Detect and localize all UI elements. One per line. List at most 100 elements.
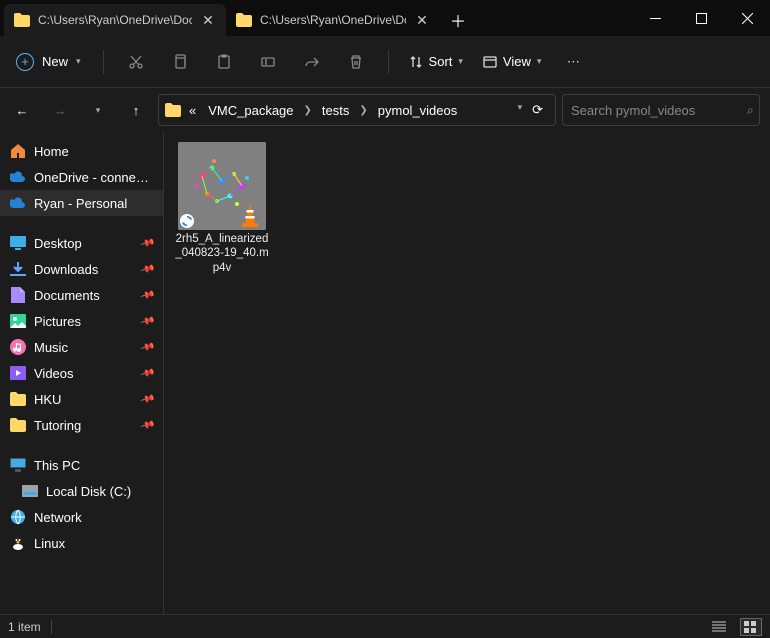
disk-icon	[22, 483, 38, 499]
up-button[interactable]: ↑	[120, 94, 152, 126]
close-button[interactable]	[724, 0, 770, 36]
breadcrumb[interactable]: « VMC_package ❯ tests ❯ pymol_videos ▾ ⟳	[158, 94, 556, 126]
search-input[interactable]	[571, 103, 747, 118]
cloud-icon	[10, 169, 26, 185]
folder-icon	[10, 391, 26, 407]
toolbar: + New ▾ Sort ▾ View ▾ ⋯	[0, 36, 770, 88]
new-button[interactable]: + New ▾	[6, 47, 91, 77]
close-icon[interactable]: ✕	[200, 12, 216, 28]
pin-icon: 📌	[139, 235, 155, 251]
pin-icon: 📌	[139, 339, 155, 355]
back-button[interactable]: ←	[6, 94, 38, 126]
breadcrumb-part[interactable]: pymol_videos	[374, 101, 462, 120]
sidebar-item-this-pc[interactable]: This PC	[0, 452, 163, 478]
sidebar-item-onedrive-personal[interactable]: Ryan - Personal	[0, 190, 163, 216]
close-icon[interactable]: ✕	[414, 12, 430, 28]
sidebar-item-downloads[interactable]: Downloads 📌	[0, 256, 163, 282]
pin-icon: 📌	[139, 365, 155, 381]
vlc-icon	[240, 204, 260, 228]
network-icon	[10, 509, 26, 525]
view-label: View	[503, 54, 531, 69]
linux-icon	[10, 535, 26, 551]
copy-button[interactable]	[160, 44, 200, 80]
pin-icon: 📌	[139, 313, 155, 329]
breadcrumb-part[interactable]: VMC_package	[204, 101, 297, 120]
breadcrumb-overflow[interactable]: «	[185, 101, 200, 120]
tab[interactable]: C:\Users\Ryan\OneDrive\Docu ✕	[226, 4, 440, 36]
pictures-icon	[10, 313, 26, 329]
file-thumbnail	[178, 142, 266, 230]
tab-active[interactable]: C:\Users\Ryan\OneDrive\Docu ✕	[4, 4, 226, 36]
sidebar-item-home[interactable]: Home	[0, 138, 163, 164]
chevron-right-icon: ❯	[357, 105, 369, 116]
file-item[interactable]: 2rh5_A_linearized_040823-19_40.mp4v	[174, 142, 270, 275]
icons-view-button[interactable]	[740, 618, 762, 636]
cut-button[interactable]	[116, 44, 156, 80]
documents-icon	[10, 287, 26, 303]
chevron-right-icon: ❯	[302, 105, 314, 116]
downloads-icon	[10, 261, 26, 277]
address-bar: ← → ▾ ↑ « VMC_package ❯ tests ❯ pymol_vi…	[0, 88, 770, 132]
sidebar-item-network[interactable]: Network	[0, 504, 163, 530]
pc-icon	[10, 457, 26, 473]
sidebar: Home OneDrive - connect.h Ryan - Persona…	[0, 132, 164, 614]
rename-button[interactable]	[248, 44, 288, 80]
refresh-button[interactable]: ⟳	[532, 102, 543, 118]
tab-title: C:\Users\Ryan\OneDrive\Docu	[260, 13, 406, 27]
videos-icon	[10, 365, 26, 381]
sidebar-item-linux[interactable]: Linux	[0, 530, 163, 556]
content-area[interactable]: 2rh5_A_linearized_040823-19_40.mp4v	[164, 132, 770, 614]
folder-icon	[165, 102, 181, 118]
sidebar-item-videos[interactable]: Videos 📌	[0, 360, 163, 386]
chevron-down-icon: ▾	[537, 56, 542, 67]
delete-button[interactable]	[336, 44, 376, 80]
item-count: 1 item	[8, 620, 41, 634]
new-tab-button[interactable]: ＋	[440, 4, 476, 36]
recent-button[interactable]: ▾	[82, 94, 114, 126]
view-button[interactable]: View ▾	[475, 48, 549, 75]
pin-icon: 📌	[139, 287, 155, 303]
pin-icon: 📌	[139, 417, 155, 433]
home-icon	[10, 143, 26, 159]
minimize-button[interactable]	[632, 0, 678, 36]
tab-title: C:\Users\Ryan\OneDrive\Docu	[38, 13, 192, 27]
more-button[interactable]: ⋯	[553, 44, 593, 80]
pin-icon: 📌	[139, 261, 155, 277]
status-bar: 1 item	[0, 614, 770, 638]
plus-icon: +	[16, 53, 34, 71]
breadcrumb-part[interactable]: tests	[318, 101, 353, 120]
chevron-down-icon: ▾	[458, 56, 463, 67]
cloud-icon	[10, 195, 26, 211]
chevron-down-icon: ▾	[76, 56, 81, 67]
sidebar-item-music[interactable]: Music 📌	[0, 334, 163, 360]
sort-button[interactable]: Sort ▾	[401, 48, 471, 75]
sidebar-item-hku[interactable]: HKU 📌	[0, 386, 163, 412]
view-icon	[483, 55, 497, 69]
sync-icon	[180, 214, 194, 228]
sidebar-item-local-disk[interactable]: Local Disk (C:)	[0, 478, 163, 504]
sidebar-item-desktop[interactable]: Desktop 📌	[0, 230, 163, 256]
sidebar-item-pictures[interactable]: Pictures 📌	[0, 308, 163, 334]
paste-button[interactable]	[204, 44, 244, 80]
file-name: 2rh5_A_linearized_040823-19_40.mp4v	[174, 232, 270, 275]
chevron-down-icon[interactable]: ▾	[518, 102, 523, 118]
share-button[interactable]	[292, 44, 332, 80]
search-icon[interactable]: ⌕	[747, 103, 754, 118]
sort-icon	[409, 55, 423, 69]
music-icon	[10, 339, 26, 355]
tab-bar: C:\Users\Ryan\OneDrive\Docu ✕ C:\Users\R…	[0, 0, 770, 36]
sidebar-item-tutoring[interactable]: Tutoring 📌	[0, 412, 163, 438]
pin-icon: 📌	[139, 391, 155, 407]
desktop-icon	[10, 235, 26, 251]
folder-icon	[14, 12, 30, 28]
details-view-button[interactable]	[708, 618, 730, 636]
sort-label: Sort	[429, 54, 453, 69]
sidebar-item-documents[interactable]: Documents 📌	[0, 282, 163, 308]
forward-button[interactable]: →	[44, 94, 76, 126]
folder-icon	[236, 12, 252, 28]
new-label: New	[42, 54, 68, 69]
folder-icon	[10, 417, 26, 433]
maximize-button[interactable]	[678, 0, 724, 36]
search-box[interactable]: ⌕	[562, 94, 760, 126]
sidebar-item-onedrive[interactable]: OneDrive - connect.h	[0, 164, 163, 190]
